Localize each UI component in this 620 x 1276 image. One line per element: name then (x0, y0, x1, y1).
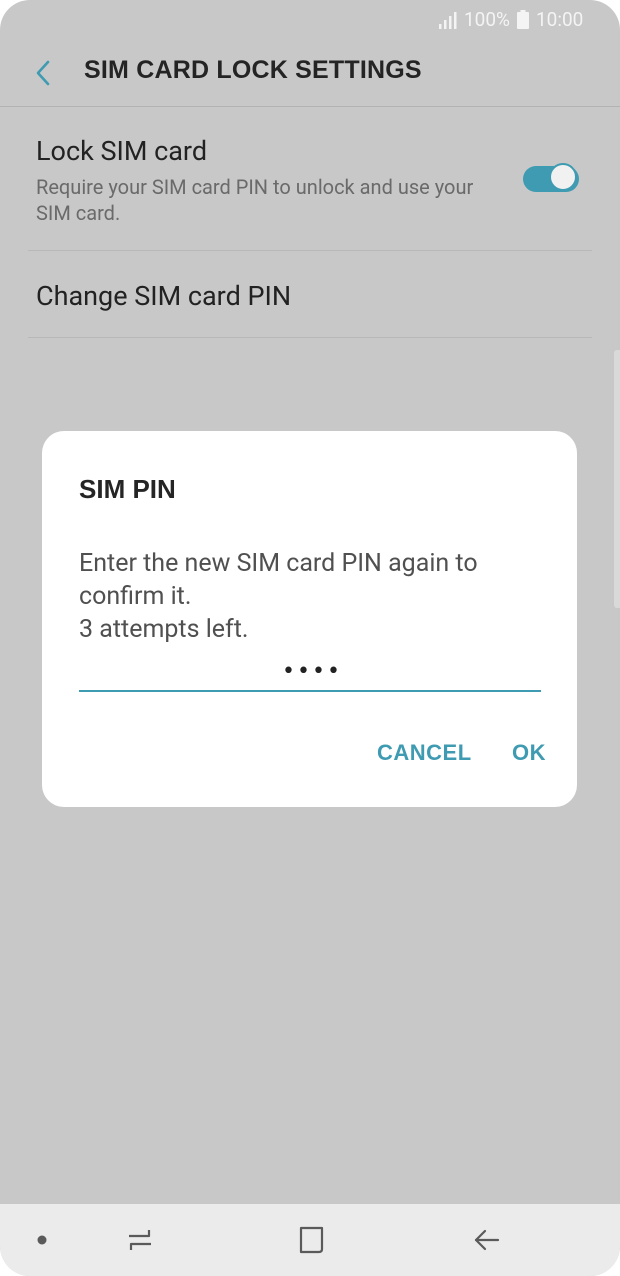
nav-dot-button[interactable] (22, 1204, 62, 1276)
home-icon (299, 1226, 324, 1254)
sim-pin-dialog: SIM PIN Enter the new SIM card PIN again… (42, 431, 577, 807)
nav-back-button[interactable] (456, 1204, 516, 1276)
nav-dot-icon (37, 1235, 47, 1245)
lock-sim-card-summary: Require your SIM card PIN to unlock and … (36, 175, 474, 225)
back-button[interactable] (26, 50, 60, 96)
scroll-indicator[interactable] (614, 350, 620, 608)
pin-field[interactable] (79, 650, 545, 692)
recent-apps-button[interactable] (110, 1204, 170, 1276)
lock-sim-card-setting[interactable]: Lock SIM card Require your SIM card PIN … (28, 107, 592, 251)
cancel-button[interactable]: CANCEL (377, 740, 472, 766)
dialog-message: Enter the new SIM card PIN again to conf… (79, 549, 478, 644)
pin-underline (79, 690, 541, 692)
battery-percent: 100% (464, 8, 510, 31)
dialog-title: SIM PIN (79, 474, 176, 504)
phone-screen: 100% 10:00 SIM CARD LOCK SETTINGS Lock S… (0, 0, 620, 1276)
lock-sim-card-title: Lock SIM card (36, 135, 208, 167)
app-bar: SIM CARD LOCK SETTINGS (0, 40, 620, 106)
recent-apps-icon (129, 1230, 151, 1250)
lock-sim-card-toggle[interactable] (523, 163, 579, 195)
ok-button[interactable]: OK (512, 740, 546, 766)
signal-icon (439, 12, 457, 29)
back-icon (474, 1229, 500, 1251)
pin-input[interactable] (79, 650, 545, 692)
home-button[interactable] (282, 1204, 342, 1276)
status-bar: 100% 10:00 (0, 0, 620, 40)
toggle-thumb (549, 163, 577, 191)
clock: 10:00 (536, 8, 584, 31)
page-title: SIM CARD LOCK SETTINGS (84, 56, 422, 84)
change-sim-pin-title: Change SIM card PIN (36, 280, 292, 312)
back-arrow-icon (36, 60, 50, 86)
navigation-bar (0, 1204, 620, 1276)
list-divider (28, 337, 592, 338)
change-sim-pin-setting[interactable]: Change SIM card PIN (28, 251, 592, 337)
battery-icon (517, 10, 529, 29)
